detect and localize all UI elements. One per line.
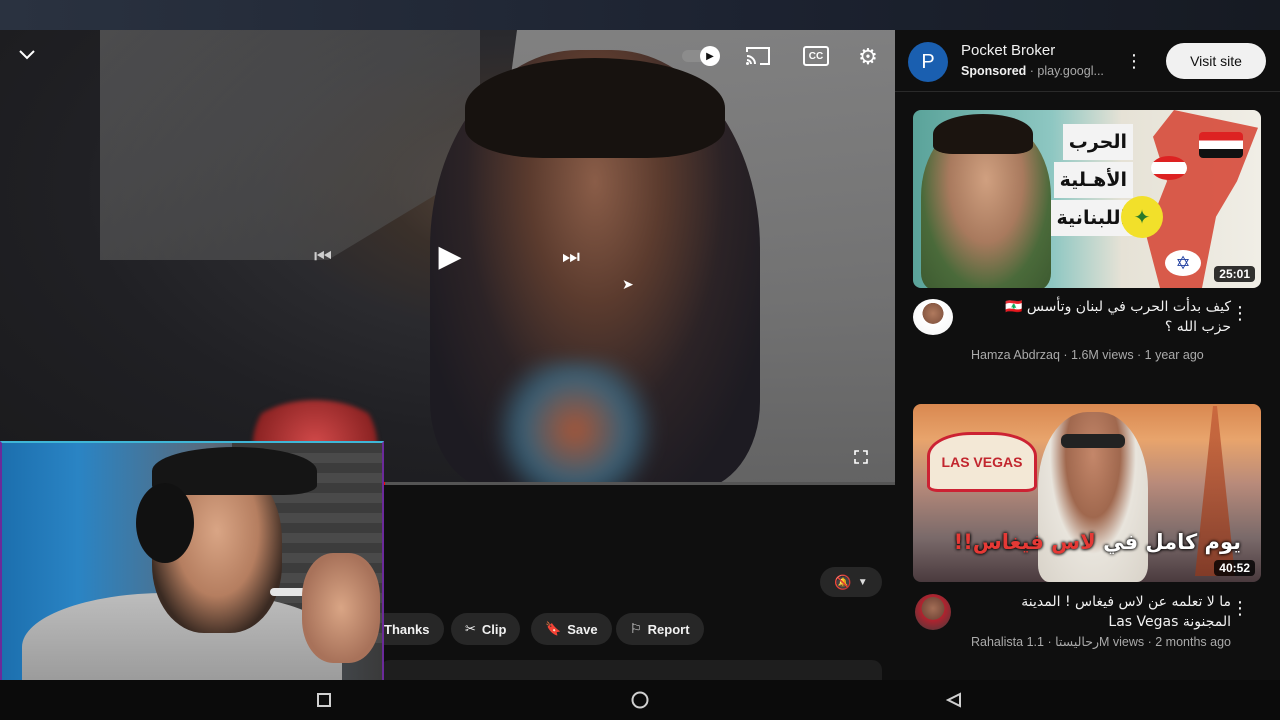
save-button[interactable]: 🔖 Save — [531, 613, 612, 645]
cast-icon[interactable] — [744, 44, 772, 68]
video-frame-wall — [100, 30, 480, 260]
channel-name: Hamza Abdrzaq — [971, 348, 1060, 362]
thumbnail-caption: يوم كامل في لاس فيغاس!! — [927, 530, 1241, 554]
duration-badge: 40:52 — [1214, 560, 1255, 576]
scissors-icon: ✂ — [465, 621, 476, 636]
autoplay-toggle[interactable]: ▶ — [682, 46, 722, 66]
clip-button[interactable]: ✂ Clip — [451, 613, 521, 645]
skip-next-icon[interactable]: ⏭ — [556, 242, 586, 272]
ad-name: Pocket Broker — [961, 42, 1056, 59]
skip-previous-icon[interactable]: ⏮ — [308, 242, 338, 272]
autoplay-toggle-icon: ▶ — [700, 46, 720, 66]
caption-white: يوم كامل في — [1103, 530, 1241, 554]
chevron-down-icon[interactable] — [12, 40, 42, 70]
fullscreen-icon[interactable] — [850, 446, 872, 468]
webcam-person-hand — [302, 553, 380, 663]
visit-site-button[interactable]: Visit site — [1166, 43, 1266, 79]
sponsored-label: Sponsored — [961, 64, 1027, 78]
video-thumbnail[interactable]: الحرب الأهـلية اللبنانية ✦ ✡ 25:01 — [913, 110, 1261, 288]
back-triangle-icon[interactable] — [942, 688, 966, 712]
video-thumbnail[interactable]: LAS VEGAS يوم كامل في لاس فيغاس!! 40:52 — [913, 404, 1261, 582]
caption-red: لاس فيغاس!! — [953, 530, 1096, 554]
report-label: Report — [647, 621, 690, 637]
duration-badge: 25:01 — [1214, 266, 1255, 282]
clip-label: Clip — [481, 621, 507, 637]
notification-bell-button[interactable]: 🔕 ▼ — [820, 567, 882, 597]
thumbnail-text-line: الحرب — [1062, 124, 1133, 160]
thumbnail-text: الحرب الأهـلية اللبنانية — [1013, 124, 1133, 238]
mouse-cursor: ➤ — [622, 276, 634, 292]
sidebar: P Pocket Broker Sponsored · play.googl..… — [895, 30, 1280, 680]
navigation-bar — [0, 680, 1280, 720]
flag-icon — [1151, 156, 1187, 180]
webcam-overlay — [0, 441, 384, 694]
bookmark-icon: 🔖 — [545, 621, 562, 636]
more-vert-icon[interactable]: ⋮ — [1125, 48, 1143, 74]
avatar[interactable] — [915, 594, 951, 630]
thanks-label: Thanks — [384, 621, 430, 637]
avatar[interactable] — [913, 299, 953, 335]
flag-icon — [1199, 132, 1243, 158]
view-meta: 1.6M views · 1 year ago — [1071, 348, 1204, 362]
sunglasses-graphic — [1061, 434, 1125, 448]
play-icon[interactable]: ▶ — [430, 236, 470, 276]
video-frame-hair — [465, 58, 725, 158]
recents-square-icon[interactable] — [312, 688, 336, 712]
bell-off-icon: 🔕 — [834, 573, 852, 590]
channel-meta: Rahalista رحاليستا · 1.1M views · 2 mont… — [971, 634, 1241, 651]
thumbnail-sign: LAS VEGAS — [927, 432, 1037, 492]
video-title[interactable]: كيف بدأت الحرب في لبنان وتأسس 🇱🇧 حزب الل… — [971, 297, 1231, 337]
video-meta[interactable]: كيف بدأت الحرب في لبنان وتأسس 🇱🇧 حزب الل… — [913, 297, 1261, 367]
emblem-icon: ✦ — [1121, 196, 1163, 238]
save-label: Save — [567, 621, 598, 637]
more-vert-icon[interactable]: ⋮ — [1231, 596, 1249, 620]
screen: ▶ CC ⚙ ⏮ ▶ ⏭ ➤ 🔕 ▼ Thanks ✂ Clip 🔖 Save … — [0, 0, 1280, 720]
ad-banner[interactable]: P Pocket Broker Sponsored · play.googl..… — [895, 30, 1280, 92]
captions-button[interactable]: CC — [803, 46, 829, 66]
video-frame-hand — [480, 360, 670, 483]
headset-icon — [136, 483, 194, 563]
more-vert-icon[interactable]: ⋮ — [1231, 301, 1249, 325]
ad-logo: P — [908, 42, 948, 82]
gear-icon[interactable]: ⚙ — [855, 44, 881, 70]
chevron-down-icon: ▼ — [857, 576, 868, 588]
ad-domain: play.googl... — [1037, 64, 1104, 78]
flag-icon: ⚐ — [630, 621, 642, 636]
home-circle-icon[interactable] — [628, 688, 652, 712]
thumbnail-text-line: الأهـلية — [1053, 162, 1133, 198]
video-meta[interactable]: ما لا تعلمه عن لاس فيغاس ! المدينة المجن… — [913, 592, 1261, 682]
star-of-david-icon: ✡ — [1165, 250, 1201, 276]
report-button[interactable]: ⚐ Report — [616, 613, 704, 645]
channel-meta: Hamza Abdrzaq · 1.6M views · 1 year ago — [971, 347, 1204, 364]
ad-meta: Sponsored · play.googl... — [961, 64, 1121, 78]
video-title[interactable]: ما لا تعلمه عن لاس فيغاس ! المدينة المجن… — [971, 592, 1231, 632]
meta-sep: · — [1043, 635, 1056, 649]
meta-sep: · — [1059, 348, 1072, 362]
status-bar — [0, 0, 1280, 30]
